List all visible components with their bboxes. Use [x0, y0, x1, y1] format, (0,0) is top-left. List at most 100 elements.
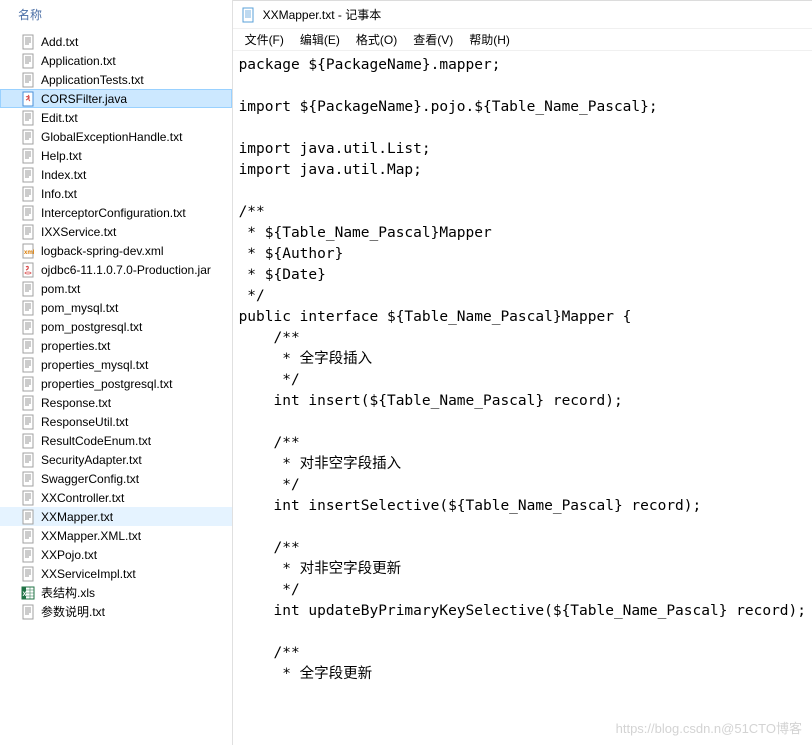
notepad-menu-bar: 文件(F)编辑(E)格式(O)查看(V)帮助(H): [233, 29, 812, 51]
notepad-text-area[interactable]: package ${PackageName}.mapper; import ${…: [233, 51, 812, 745]
file-item[interactable]: Response.txt: [0, 393, 232, 412]
file-item[interactable]: properties_postgresql.txt: [0, 374, 232, 393]
file-item[interactable]: Info.txt: [0, 184, 232, 203]
file-item[interactable]: X 表结构.xls: [0, 583, 232, 602]
txt-file-icon: [20, 357, 36, 373]
file-label: Index.txt: [41, 168, 86, 182]
file-label: properties.txt: [41, 339, 110, 353]
file-label: 表结构.xls: [41, 584, 95, 601]
file-label: XXMapper.txt: [41, 510, 113, 524]
file-item[interactable]: properties.txt: [0, 336, 232, 355]
file-label: GlobalExceptionHandle.txt: [41, 130, 182, 144]
file-item[interactable]: 参数说明.txt: [0, 602, 232, 621]
file-label: pom_postgresql.txt: [41, 320, 142, 334]
txt-file-icon: [20, 547, 36, 563]
file-label: XXPojo.txt: [41, 548, 97, 562]
file-label: properties_postgresql.txt: [41, 377, 172, 391]
file-item[interactable]: XXMapper.XML.txt: [0, 526, 232, 545]
file-item[interactable]: ResultCodeEnum.txt: [0, 431, 232, 450]
svg-text:X: X: [23, 592, 27, 598]
file-item[interactable]: SwaggerConfig.txt: [0, 469, 232, 488]
file-item[interactable]: pom.txt: [0, 279, 232, 298]
txt-file-icon: [20, 338, 36, 354]
txt-file-icon: [20, 490, 36, 506]
menu-item[interactable]: 编辑(E): [292, 29, 348, 50]
file-label: Help.txt: [41, 149, 82, 163]
file-label: SwaggerConfig.txt: [41, 472, 139, 486]
file-label: Info.txt: [41, 187, 77, 201]
file-label: InterceptorConfiguration.txt: [41, 206, 186, 220]
column-header-name[interactable]: 名称: [0, 0, 232, 30]
file-item[interactable]: Add.txt: [0, 32, 232, 51]
file-item[interactable]: XXPojo.txt: [0, 545, 232, 564]
file-item[interactable]: Edit.txt: [0, 108, 232, 127]
file-label: pom_mysql.txt: [41, 301, 118, 315]
file-item[interactable]: CORSFilter.java: [0, 89, 232, 108]
xml-file-icon: xml: [20, 243, 36, 259]
file-item[interactable]: ApplicationTests.txt: [0, 70, 232, 89]
txt-file-icon: [20, 566, 36, 582]
file-label: XXServiceImpl.txt: [41, 567, 136, 581]
file-label: 参数说明.txt: [41, 603, 105, 620]
file-item[interactable]: ojdbc6-11.1.0.7.0-Production.jar: [0, 260, 232, 279]
file-label: ResultCodeEnum.txt: [41, 434, 151, 448]
jar-file-icon: [20, 262, 36, 278]
file-item[interactable]: Index.txt: [0, 165, 232, 184]
file-item[interactable]: XXController.txt: [0, 488, 232, 507]
notepad-icon: [241, 7, 257, 23]
file-label: CORSFilter.java: [41, 92, 127, 106]
txt-file-icon: [20, 300, 36, 316]
file-label: ApplicationTests.txt: [41, 73, 144, 87]
file-label: XXController.txt: [41, 491, 124, 505]
file-label: XXMapper.XML.txt: [41, 529, 141, 543]
txt-file-icon: [20, 528, 36, 544]
java-file-icon: [20, 91, 36, 107]
file-label: Add.txt: [41, 35, 78, 49]
txt-file-icon: [20, 167, 36, 183]
file-item[interactable]: XXServiceImpl.txt: [0, 564, 232, 583]
menu-item[interactable]: 文件(F): [237, 29, 292, 50]
txt-file-icon: [20, 471, 36, 487]
file-label: pom.txt: [41, 282, 80, 296]
file-label: Edit.txt: [41, 111, 78, 125]
svg-text:xml: xml: [24, 250, 35, 256]
file-label: Application.txt: [41, 54, 116, 68]
file-item[interactable]: GlobalExceptionHandle.txt: [0, 127, 232, 146]
txt-file-icon: [20, 53, 36, 69]
file-item[interactable]: SecurityAdapter.txt: [0, 450, 232, 469]
menu-item[interactable]: 查看(V): [405, 29, 461, 50]
file-item[interactable]: InterceptorConfiguration.txt: [0, 203, 232, 222]
txt-file-icon: [20, 395, 36, 411]
file-item[interactable]: Help.txt: [0, 146, 232, 165]
txt-file-icon: [20, 110, 36, 126]
xls-file-icon: X: [20, 585, 36, 601]
file-label: Response.txt: [41, 396, 111, 410]
file-item[interactable]: IXXService.txt: [0, 222, 232, 241]
file-item[interactable]: XXMapper.txt: [0, 507, 232, 526]
txt-file-icon: [20, 34, 36, 50]
file-label: SecurityAdapter.txt: [41, 453, 142, 467]
file-explorer-panel: 名称 Add.txt Application.txt ApplicationTest…: [0, 0, 233, 745]
menu-item[interactable]: 帮助(H): [461, 29, 518, 50]
txt-file-icon: [20, 509, 36, 525]
menu-item[interactable]: 格式(O): [348, 29, 405, 50]
txt-file-icon: [20, 604, 36, 620]
file-item[interactable]: ResponseUtil.txt: [0, 412, 232, 431]
txt-file-icon: [20, 129, 36, 145]
notepad-title-bar: XXMapper.txt - 记事本: [233, 1, 812, 29]
txt-file-icon: [20, 452, 36, 468]
txt-file-icon: [20, 433, 36, 449]
txt-file-icon: [20, 224, 36, 240]
txt-file-icon: [20, 376, 36, 392]
file-label: ResponseUtil.txt: [41, 415, 128, 429]
file-item[interactable]: xmllogback-spring-dev.xml: [0, 241, 232, 260]
txt-file-icon: [20, 281, 36, 297]
file-item[interactable]: Application.txt: [0, 51, 232, 70]
file-label: ojdbc6-11.1.0.7.0-Production.jar: [41, 263, 211, 277]
file-label: properties_mysql.txt: [41, 358, 148, 372]
notepad-window: XXMapper.txt - 记事本 文件(F)编辑(E)格式(O)查看(V)帮…: [233, 0, 812, 745]
file-item[interactable]: pom_mysql.txt: [0, 298, 232, 317]
txt-file-icon: [20, 205, 36, 221]
file-item[interactable]: properties_mysql.txt: [0, 355, 232, 374]
file-item[interactable]: pom_postgresql.txt: [0, 317, 232, 336]
